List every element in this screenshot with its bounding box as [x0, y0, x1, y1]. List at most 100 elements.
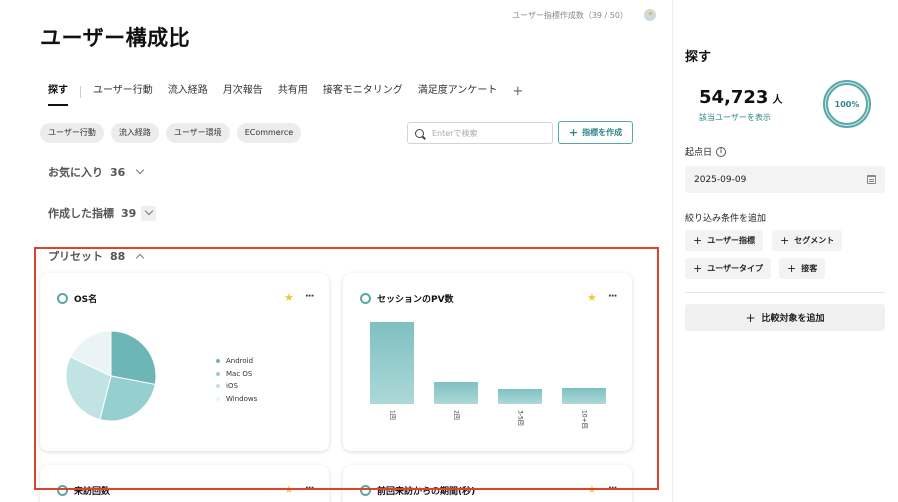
card-title: 前回来訪からの期間(秒) — [360, 484, 475, 497]
show-users-link[interactable]: 該当ユーザーを表示 — [699, 112, 771, 123]
metric-card-os[interactable]: OS名 ★ ··· Android Mac OS iOS Windows — [40, 273, 329, 451]
card-title: OS名 — [57, 292, 97, 305]
right-panel: 探す 54,723 人 該当ユーザーを表示 100% 起点日 i 2025-09-… — [672, 0, 898, 502]
legend-swatch — [216, 359, 220, 364]
page-title: ユーザー構成比 — [40, 26, 191, 50]
legend-label: Windows — [226, 394, 258, 403]
legend-item: Windows — [216, 393, 257, 406]
legend-item: Mac OS — [216, 368, 257, 381]
category-chips: ユーザー行動 流入経路 ユーザー環境 ECommerce — [40, 123, 308, 143]
chip-ecommerce[interactable]: ECommerce — [236, 123, 302, 143]
tab-satisfaction-survey[interactable]: 満足度アンケート — [418, 83, 498, 101]
more-menu-icon[interactable]: ··· — [305, 483, 314, 494]
tab-traffic-source[interactable]: 流入経路 — [168, 83, 208, 101]
created-section-toggle[interactable]: 作成した指標 39 — [48, 205, 157, 221]
start-date-field[interactable]: 2025-09-09 — [685, 166, 885, 193]
bar-tick-label: 2回 — [453, 410, 460, 420]
card-title: 来訪回数 — [57, 484, 110, 497]
more-menu-icon[interactable]: ··· — [305, 291, 314, 302]
plus-icon: + — [693, 234, 703, 247]
search-box — [407, 122, 553, 144]
star-icon[interactable]: ★ — [284, 484, 296, 496]
search-input[interactable] — [432, 128, 542, 138]
bar-tick-label: 1回 — [389, 410, 396, 420]
bar-10+回 — [562, 388, 606, 404]
metric-card-time-since-last-visit[interactable]: 前回来訪からの期間(秒) ★ ··· — [343, 465, 632, 502]
percent-donut: 100% — [823, 80, 871, 128]
tab-monthly-report[interactable]: 月次報告 — [223, 83, 263, 101]
chip-traffic-source[interactable]: 流入経路 — [110, 123, 159, 143]
tab-bar: 探す ユーザー行動 流入経路 月次報告 共有用 接客モニタリング 満足度アンケー… — [48, 82, 523, 106]
metric-card-visit-count[interactable]: 来訪回数 ★ ··· — [40, 465, 329, 502]
bar-2回 — [434, 382, 478, 404]
legend-label: Mac OS — [226, 369, 253, 378]
compare-label: 比較対象を追加 — [761, 314, 825, 324]
bar-tick-label: 10+回 — [581, 410, 588, 429]
tab-divider — [80, 86, 81, 98]
main-area: ユーザー指標作成数（39 / 50） ユーザー構成比 探す ユーザー行動 流入経… — [0, 0, 672, 502]
star-icon[interactable]: ★ — [284, 292, 296, 304]
start-date-label: 起点日 i — [685, 145, 727, 158]
favorites-count: 36 — [110, 165, 126, 179]
pie-chart — [65, 330, 157, 422]
filter-label-text: セグメント — [794, 236, 835, 245]
preset-label: プリセット — [48, 250, 103, 263]
create-metric-label: 指標を作成 — [582, 128, 623, 137]
tab-user-behavior[interactable]: ユーザー行動 — [93, 83, 153, 101]
ring-icon — [360, 485, 371, 496]
add-user-metric-filter-button[interactable]: + ユーザー指標 — [685, 230, 764, 251]
preset-section-toggle[interactable]: プリセット 88 — [48, 248, 145, 264]
plus-icon: + — [568, 126, 579, 139]
pie-legend: Android Mac OS iOS Windows — [216, 355, 257, 405]
favorites-section-toggle[interactable]: お気に入り 36 — [48, 164, 145, 180]
bar-3-5回 — [498, 389, 542, 404]
filter-label-text: 接客 — [801, 264, 818, 273]
info-icon[interactable]: i — [716, 146, 727, 157]
card-title-text: OS名 — [74, 295, 98, 305]
user-count-unit: 人 — [772, 95, 783, 106]
bar-chart: 1回 2回 3-5回 10+回 — [370, 322, 606, 429]
help-icon[interactable] — [644, 9, 656, 21]
pie-slice-android — [110, 330, 157, 386]
user-count-value: 54,723 — [699, 87, 769, 108]
add-tab-button[interactable]: + — [512, 85, 523, 99]
plus-icon: + — [693, 262, 703, 275]
divider — [685, 292, 885, 293]
tab-campaign-monitoring[interactable]: 接客モニタリング — [323, 83, 403, 101]
more-menu-icon[interactable]: ··· — [608, 483, 617, 494]
favorites-label: お気に入り — [48, 166, 103, 179]
card-title-text: 来訪回数 — [74, 487, 111, 497]
tab-shared[interactable]: 共有用 — [278, 83, 308, 101]
tab-explore[interactable]: 探す — [48, 83, 68, 106]
add-user-type-filter-button[interactable]: + ユーザータイプ — [685, 258, 772, 279]
card-title-text: 前回来訪からの期間(秒) — [377, 487, 476, 497]
metric-card-session-pv[interactable]: セッションのPV数 ★ ··· 1回 2回 3-5回 10+回 — [343, 273, 632, 451]
created-label: 作成した指標 — [48, 207, 114, 220]
add-segment-filter-button[interactable]: + セグメント — [772, 230, 843, 251]
ring-icon — [57, 293, 68, 304]
calendar-icon — [867, 175, 876, 184]
legend-swatch — [216, 396, 220, 401]
chevron-down-button[interactable] — [141, 205, 157, 221]
chip-user-behavior[interactable]: ユーザー行動 — [40, 123, 104, 143]
add-campaign-filter-button[interactable]: + 接客 — [779, 258, 826, 279]
legend-label: iOS — [226, 382, 238, 391]
plus-icon: + — [745, 310, 756, 325]
plus-icon: + — [787, 262, 797, 275]
legend-item: Android — [216, 355, 257, 368]
user-count: 54,723 人 — [699, 87, 782, 108]
start-date-label-text: 起点日 — [685, 148, 713, 158]
filter-label-text: ユーザー指標 — [707, 236, 756, 245]
metric-counter: ユーザー指標作成数（39 / 50） — [512, 11, 628, 20]
add-comparison-button[interactable]: + 比較対象を追加 — [685, 304, 885, 331]
legend-label: Android — [226, 357, 254, 366]
filter-label-text: ユーザータイプ — [707, 264, 764, 273]
created-count: 39 — [121, 206, 137, 220]
plus-icon: + — [780, 234, 790, 247]
chevron-down-icon — [144, 206, 154, 216]
star-icon[interactable]: ★ — [587, 484, 599, 496]
legend-swatch — [216, 384, 220, 389]
create-metric-button[interactable]: + 指標を作成 — [558, 121, 633, 144]
chip-user-environment[interactable]: ユーザー環境 — [165, 123, 230, 143]
bar-1回 — [370, 322, 414, 404]
